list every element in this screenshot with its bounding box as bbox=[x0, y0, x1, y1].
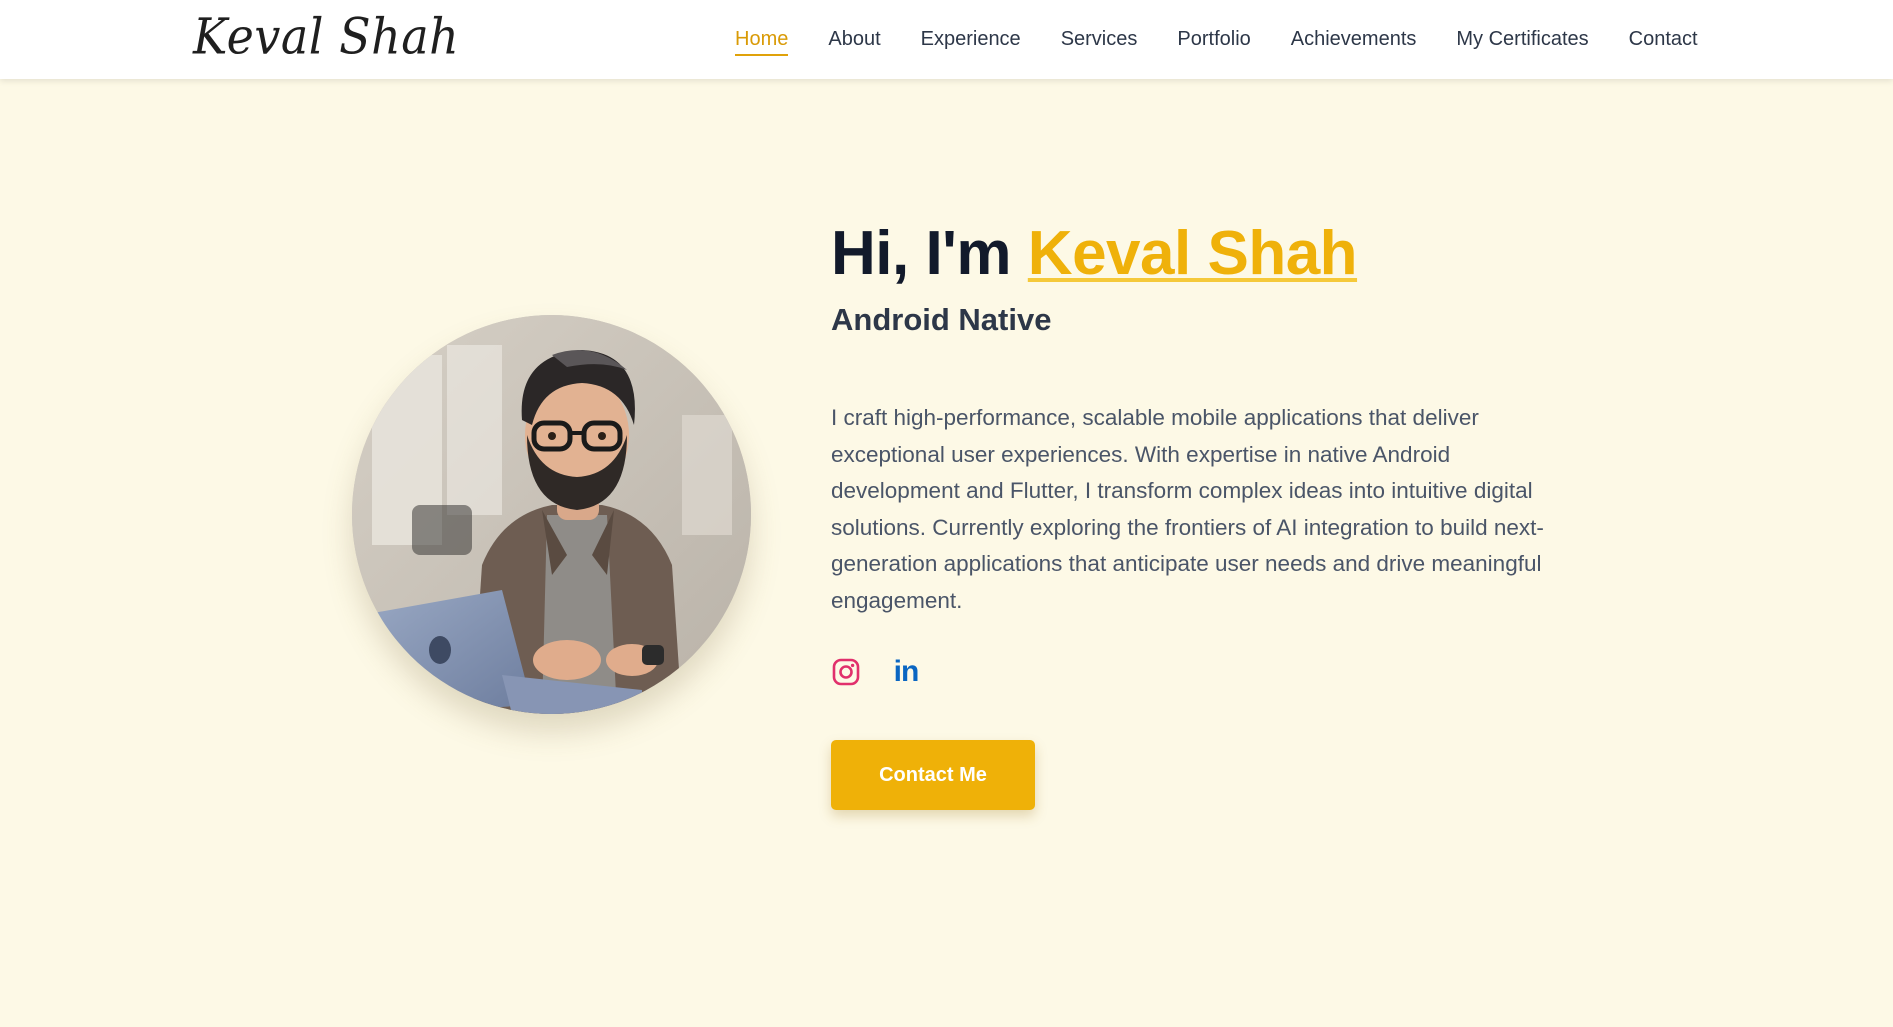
top-navbar: Keval Shah Home About Experience Service… bbox=[0, 0, 1893, 79]
hero-role: Android Native bbox=[831, 302, 1052, 337]
nav-item-experience[interactable]: Experience bbox=[921, 24, 1021, 55]
nav-item-certificates[interactable]: My Certificates bbox=[1456, 24, 1588, 55]
avatar-illustration bbox=[352, 315, 751, 714]
nav-item-about[interactable]: About bbox=[828, 24, 880, 55]
brand-logo[interactable]: Keval Shah bbox=[193, 7, 459, 65]
linkedin-icon: in bbox=[893, 655, 920, 688]
instagram-icon bbox=[832, 658, 860, 686]
hero-greeting: Hi, I'm bbox=[831, 219, 1012, 288]
linkedin-link[interactable]: in bbox=[891, 657, 921, 687]
nav-item-services[interactable]: Services bbox=[1061, 24, 1138, 55]
hero-description: I craft high-performance, scalable mobil… bbox=[831, 405, 1544, 613]
nav-item-contact[interactable]: Contact bbox=[1629, 24, 1698, 55]
social-links: in bbox=[831, 657, 921, 687]
profile-avatar bbox=[352, 315, 751, 714]
nav-item-home[interactable]: Home bbox=[735, 24, 789, 56]
contact-me-button[interactable]: Contact Me bbox=[831, 740, 1035, 810]
nav-item-achievements[interactable]: Achievements bbox=[1291, 24, 1417, 55]
hero-name: Keval Shah bbox=[1027, 219, 1358, 288]
nav-menu: Home About Experience Services Portfolio… bbox=[735, 0, 1698, 79]
instagram-link[interactable] bbox=[831, 657, 861, 687]
hero-heading: Hi, I'm Keval Shah bbox=[831, 214, 1358, 294]
nav-item-portfolio[interactable]: Portfolio bbox=[1177, 24, 1250, 55]
